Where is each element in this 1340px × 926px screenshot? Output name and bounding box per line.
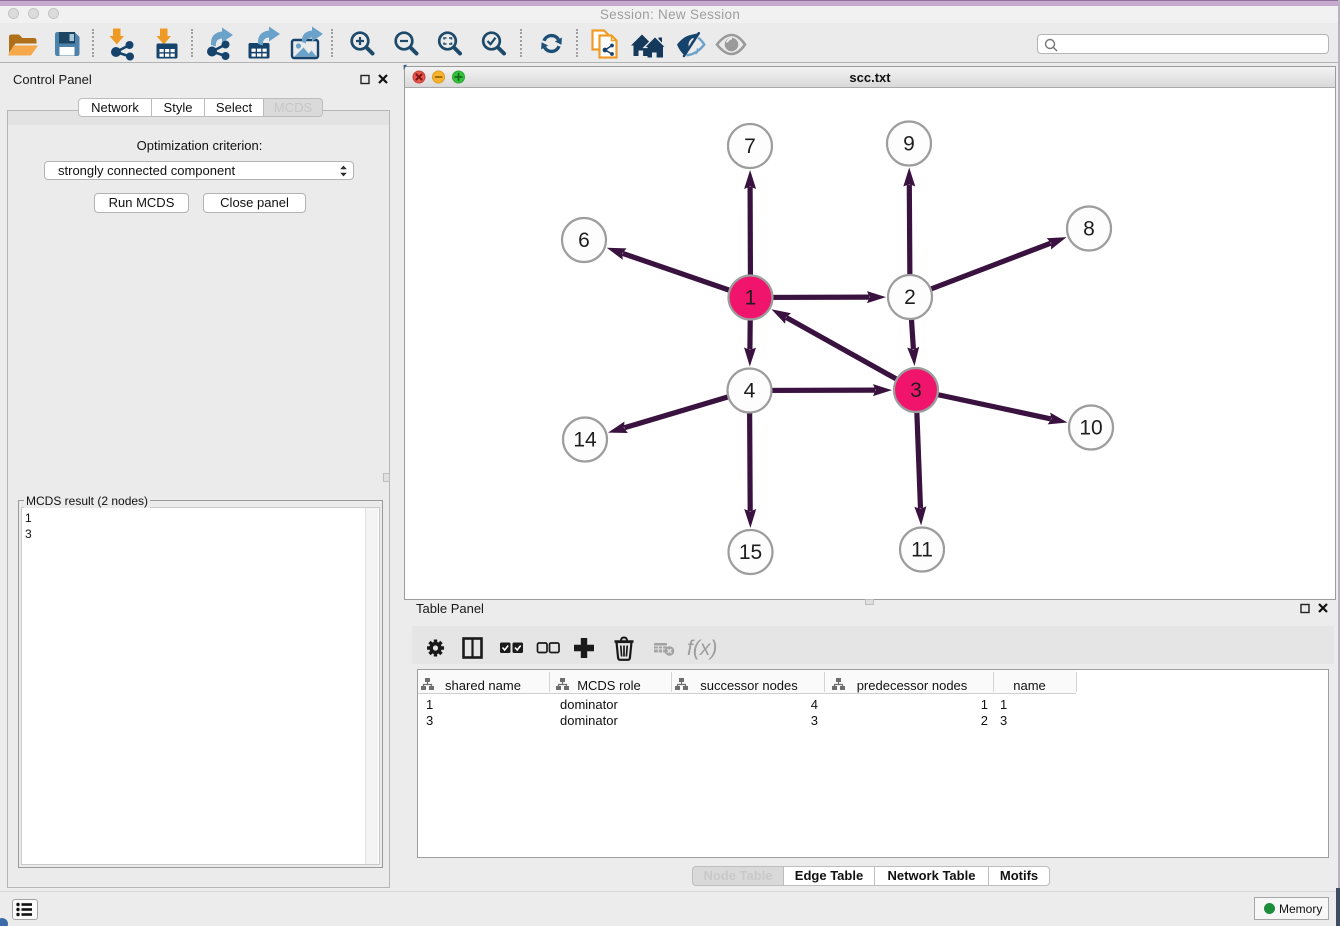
svg-text:7: 7 — [744, 135, 756, 158]
svg-text:9: 9 — [903, 133, 915, 156]
svg-text:14: 14 — [573, 429, 597, 452]
svg-text:15: 15 — [739, 541, 762, 564]
svg-text:f(x): f(x) — [687, 637, 717, 660]
svg-text:8: 8 — [1083, 218, 1095, 241]
svg-text:1: 1 — [745, 287, 757, 310]
svg-text:10: 10 — [1079, 417, 1102, 440]
svg-text:3: 3 — [910, 379, 922, 402]
svg-text:6: 6 — [578, 229, 590, 252]
svg-text:4: 4 — [744, 380, 756, 403]
svg-text:11: 11 — [911, 539, 933, 562]
svg-text:2: 2 — [904, 286, 916, 309]
